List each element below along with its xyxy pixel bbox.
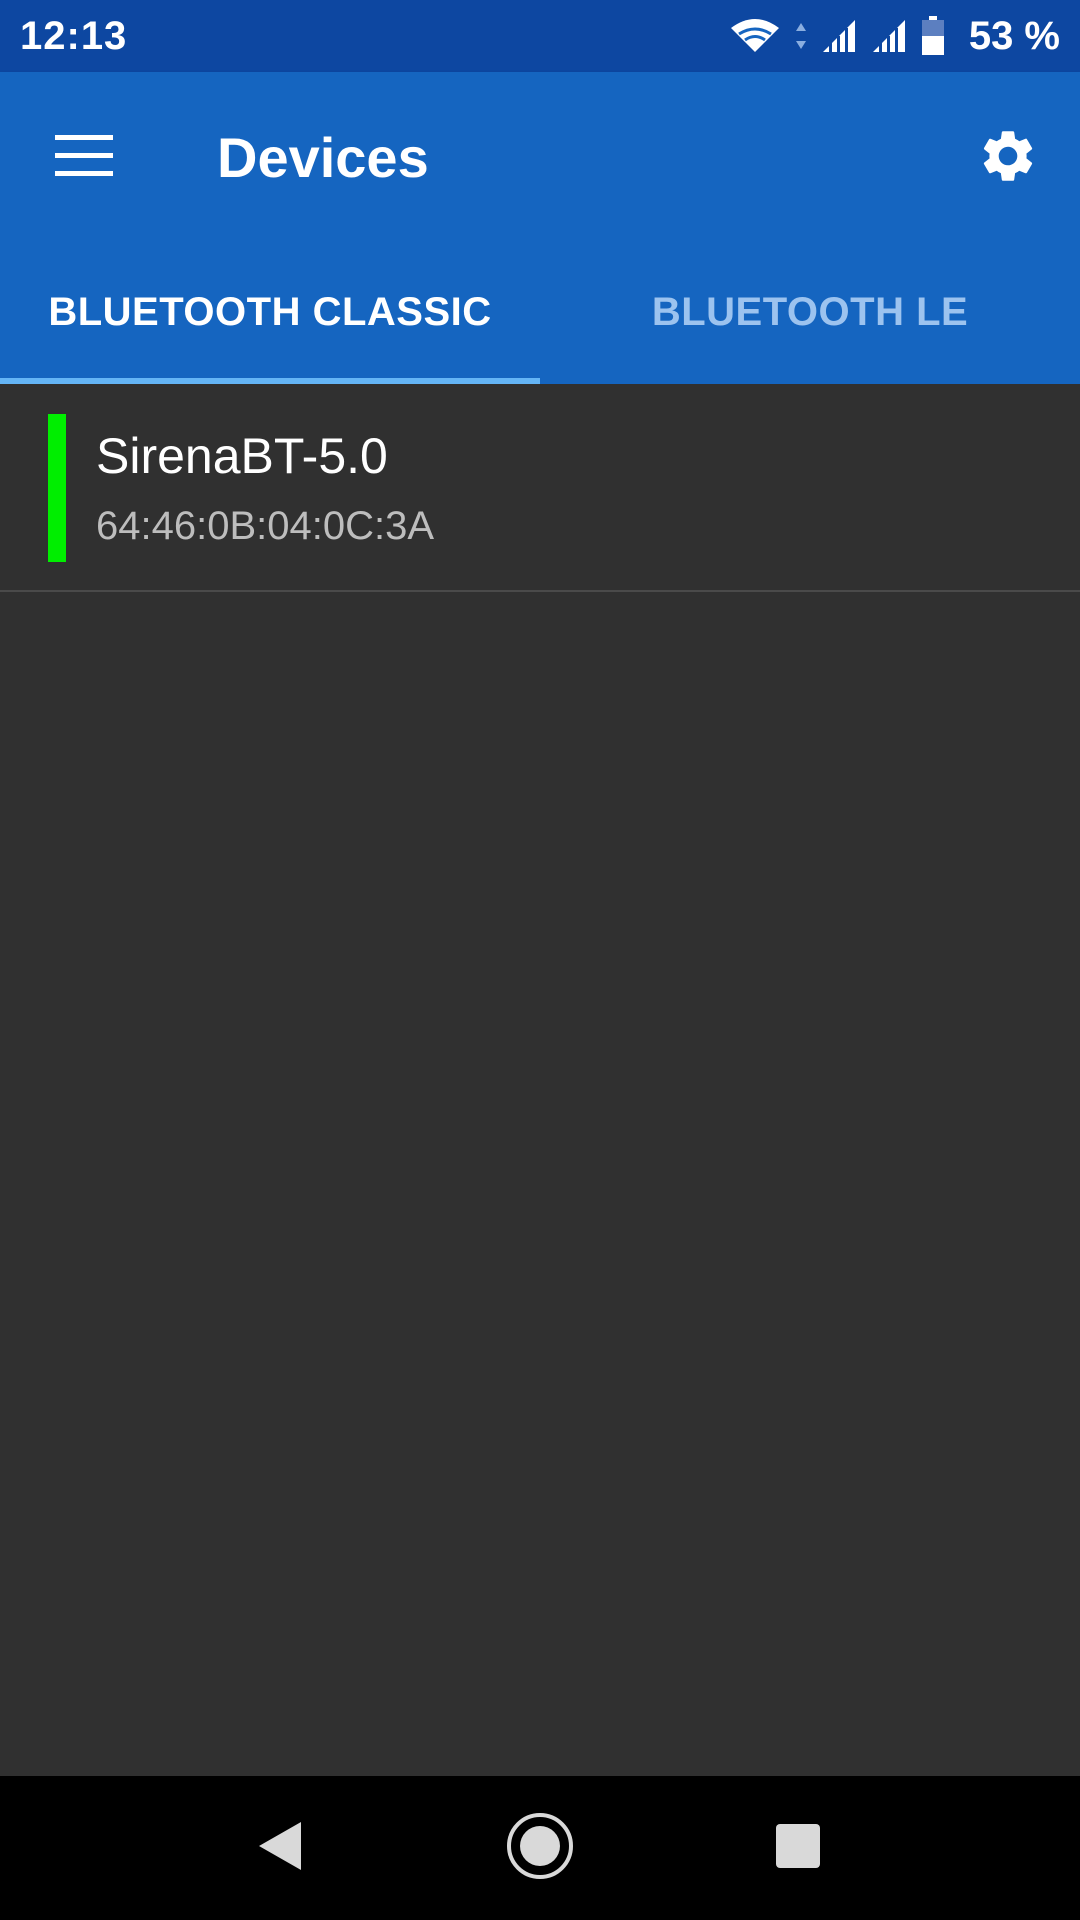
status-icons: 53 % xyxy=(729,14,1060,59)
list-item[interactable]: SirenaBT-5.0 64:46:0B:04:0C:3A xyxy=(0,384,1080,592)
app-bar: Devices xyxy=(0,72,1080,240)
connection-status-indicator xyxy=(48,414,66,562)
back-button[interactable] xyxy=(230,1798,330,1898)
device-list: SirenaBT-5.0 64:46:0B:04:0C:3A xyxy=(0,384,1080,592)
battery-icon xyxy=(921,16,945,56)
wifi-icon xyxy=(729,18,781,54)
tab-label: BLUETOOTH LE xyxy=(651,289,969,334)
page-title: Devices xyxy=(217,126,429,189)
device-address: 64:46:0B:04:0C:3A xyxy=(96,504,435,548)
data-arrows-icon xyxy=(795,21,807,51)
gear-icon xyxy=(977,125,1039,192)
recents-icon xyxy=(775,1823,821,1874)
signal-icon xyxy=(821,18,857,54)
status-bar: 12:13 53 % xyxy=(0,0,1080,72)
menu-button[interactable] xyxy=(36,110,132,206)
recents-button[interactable] xyxy=(748,1798,848,1898)
settings-button[interactable] xyxy=(960,110,1056,206)
home-button[interactable] xyxy=(490,1798,590,1898)
tab-label: BLUETOOTH CLASSIC xyxy=(48,289,492,334)
status-time: 12:13 xyxy=(20,13,128,58)
device-name: SirenaBT-5.0 xyxy=(96,428,388,484)
menu-icon xyxy=(55,134,113,182)
battery-percent: 53 % xyxy=(968,13,1060,58)
tab-bar: BLUETOOTH CLASSIC BLUETOOTH LE xyxy=(0,240,1080,384)
signal-icon xyxy=(871,18,907,54)
navigation-bar xyxy=(0,1776,1080,1920)
tab-bluetooth-le[interactable]: BLUETOOTH LE xyxy=(540,240,1080,384)
home-icon xyxy=(506,1812,574,1885)
back-icon xyxy=(255,1820,305,1877)
tab-bluetooth-classic[interactable]: BLUETOOTH CLASSIC xyxy=(0,240,540,384)
